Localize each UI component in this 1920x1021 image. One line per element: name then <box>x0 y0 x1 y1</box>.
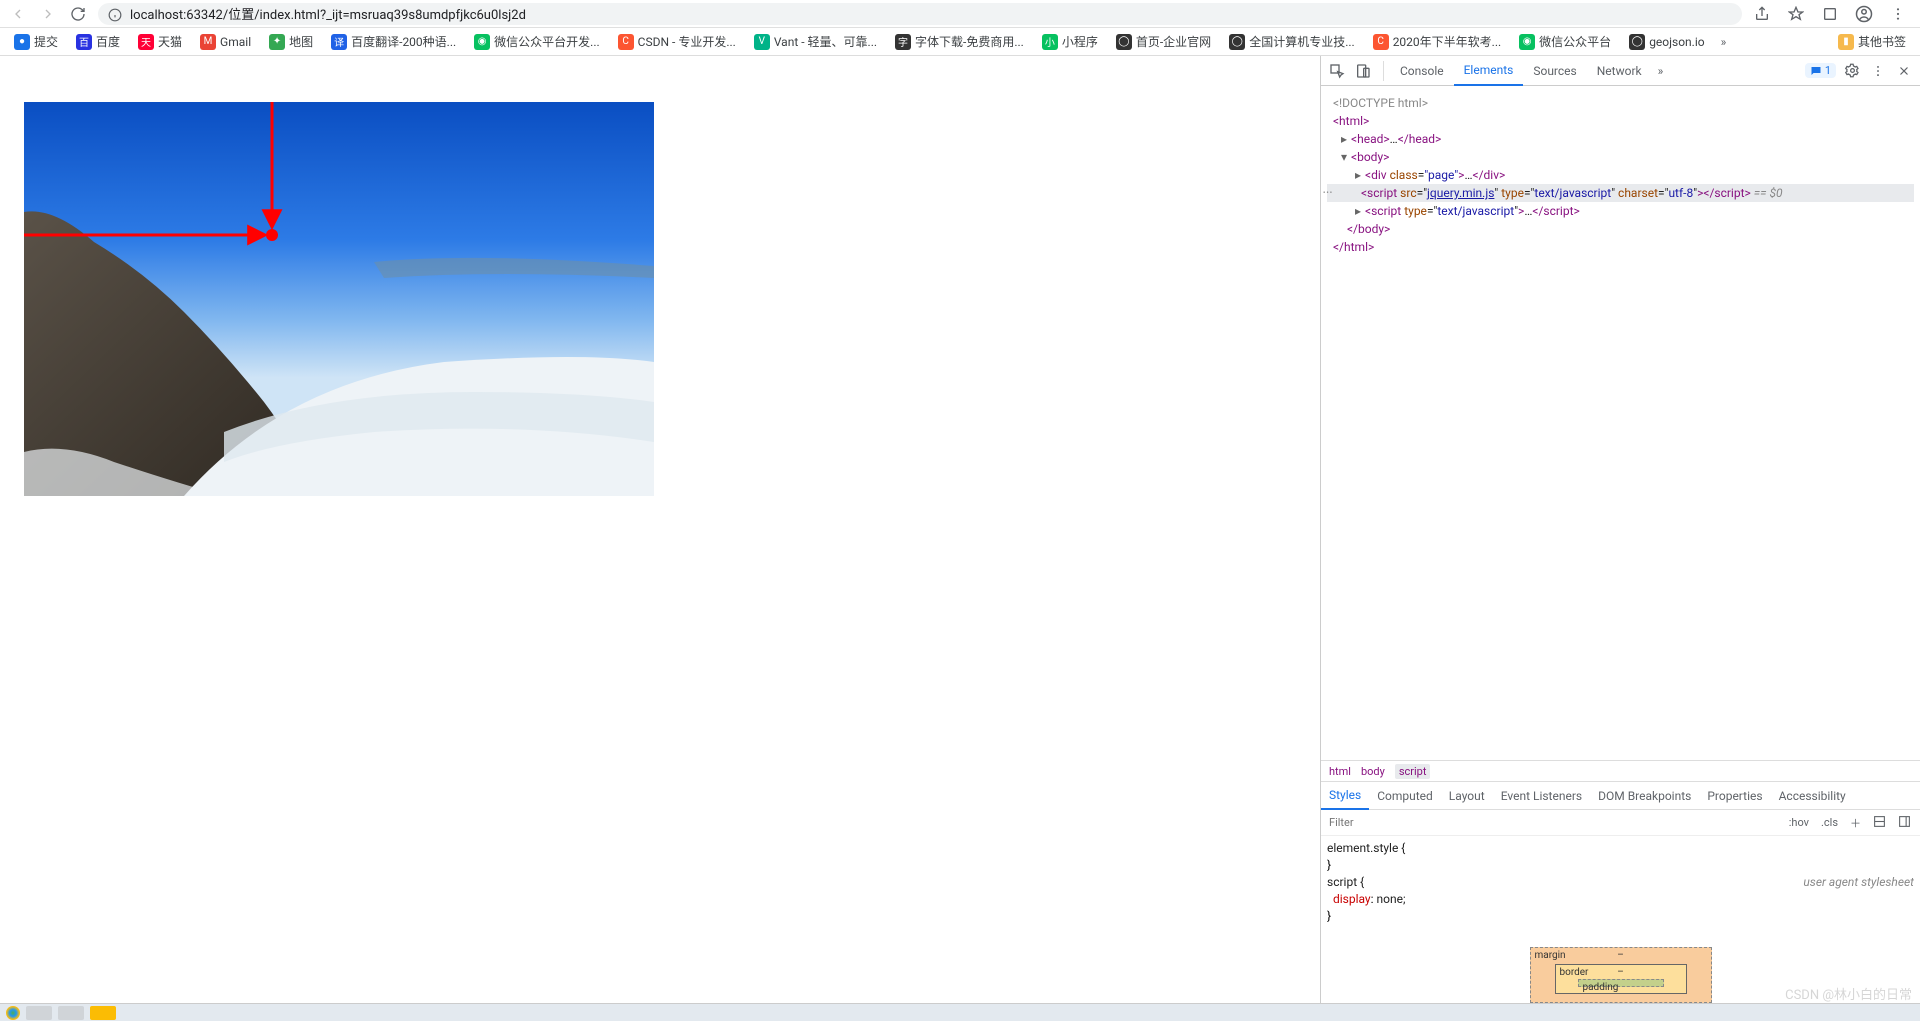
gear-icon[interactable] <box>1842 61 1862 81</box>
cls-toggle[interactable]: .cls <box>1818 815 1841 830</box>
issues-badge[interactable]: 1 <box>1805 63 1836 78</box>
device-toggle-icon[interactable] <box>1353 61 1373 81</box>
inspect-icon[interactable] <box>1327 61 1347 81</box>
forward-icon[interactable] <box>38 4 58 24</box>
bookmark-item[interactable]: ◯首页-企业官网 <box>1110 31 1217 52</box>
styles-tabbar: Styles Computed Layout Event Listeners D… <box>1321 782 1920 810</box>
dom-line[interactable]: ▸<head>…</head> <box>1327 130 1914 148</box>
dom-line[interactable]: </body> <box>1327 220 1914 238</box>
styles-rules[interactable]: element.style { } script {user agent sty… <box>1321 836 1920 929</box>
dom-line-selected[interactable]: <script src="jquery.min.js" type="text/j… <box>1327 184 1914 202</box>
dom-line[interactable]: </html> <box>1327 238 1914 256</box>
bookmark-item[interactable]: ◯geojson.io <box>1623 32 1710 52</box>
bookmark-item[interactable]: ◉微信公众平台 <box>1513 31 1617 52</box>
bookmark-item[interactable]: VVant - 轻量、可靠... <box>748 31 883 52</box>
bookmark-item[interactable]: ●提交 <box>8 31 64 52</box>
sidebar-toggle-icon[interactable] <box>1895 814 1914 832</box>
styles-filter-input[interactable] <box>1321 810 1780 835</box>
styles-tab-accessibility[interactable]: Accessibility <box>1771 782 1854 810</box>
star-icon[interactable] <box>1786 4 1806 24</box>
dom-line[interactable]: ▸<script type="text/javascript">…</scrip… <box>1327 202 1914 220</box>
taskbar-chrome-icon[interactable] <box>90 1006 116 1020</box>
dom-tree[interactable]: <!DOCTYPE html> <html> ▸<head>…</head> ▾… <box>1321 86 1920 760</box>
crumb-script[interactable]: script <box>1395 764 1431 779</box>
dom-breadcrumb: html body script <box>1321 760 1920 782</box>
bookmark-bar: ●提交 百百度 天天猫 MGmail ✦地图 译百度翻译-200种语... ◉微… <box>0 28 1920 56</box>
mountain-image <box>24 102 654 496</box>
profile-icon[interactable] <box>1854 4 1874 24</box>
dom-line[interactable]: ▾<body> <box>1327 148 1914 166</box>
styles-tab-eventlisteners[interactable]: Event Listeners <box>1493 782 1590 810</box>
taskbar <box>0 1003 1920 1021</box>
tab-network[interactable]: Network <box>1587 56 1652 86</box>
extensions-icon[interactable] <box>1820 4 1840 24</box>
tabs-overflow-icon[interactable]: » <box>1652 64 1670 78</box>
crumb-body[interactable]: body <box>1361 765 1385 778</box>
dom-line[interactable]: ▸<div class="page">…</div> <box>1327 166 1914 184</box>
crumb-html[interactable]: html <box>1329 765 1351 778</box>
bookmark-item[interactable]: ◯全国计算机专业技... <box>1223 31 1361 52</box>
dom-line[interactable]: <html> <box>1327 112 1914 130</box>
styles-tab-layout[interactable]: Layout <box>1441 782 1493 810</box>
box-padding[interactable]: padding <box>1578 979 1664 987</box>
computed-toggle-icon[interactable] <box>1870 814 1889 832</box>
tab-elements[interactable]: Elements <box>1454 56 1524 86</box>
start-icon[interactable] <box>6 1006 20 1020</box>
box-border[interactable]: border – padding <box>1555 964 1687 994</box>
bookmark-item[interactable]: 小小程序 <box>1036 31 1104 52</box>
menu-icon[interactable] <box>1888 4 1908 24</box>
page-viewport <box>0 56 1320 1003</box>
taskbar-app-icon[interactable] <box>58 1006 84 1020</box>
tab-sources[interactable]: Sources <box>1523 56 1586 86</box>
address-bar[interactable]: localhost:63342/位置/index.html?_ijt=msrua… <box>98 3 1742 25</box>
bookmark-item[interactable]: 百百度 <box>70 31 126 52</box>
devtools-tabbar: Console Elements Sources Network » 1 <box>1321 56 1920 86</box>
page-image-container <box>24 102 654 496</box>
tab-console[interactable]: Console <box>1390 56 1454 86</box>
bookmark-item[interactable]: C2020年下半年软考... <box>1367 31 1507 52</box>
share-icon[interactable] <box>1752 4 1772 24</box>
url-text: localhost:63342/位置/index.html?_ijt=msrua… <box>130 4 526 23</box>
kebab-icon[interactable] <box>1868 61 1888 81</box>
back-icon[interactable] <box>8 4 28 24</box>
site-info-icon[interactable] <box>108 7 122 21</box>
bookmark-item[interactable]: 译百度翻译-200种语... <box>325 31 462 52</box>
box-model: margin – border – padding <box>1321 929 1920 1003</box>
styles-tab-computed[interactable]: Computed <box>1369 782 1441 810</box>
styles-tab-styles[interactable]: Styles <box>1321 782 1369 810</box>
styles-tab-properties[interactable]: Properties <box>1699 782 1770 810</box>
bookmark-item[interactable]: CCSDN - 专业开发... <box>612 31 742 52</box>
new-rule-icon[interactable]: ＋ <box>1847 814 1864 832</box>
styles-tab-dombreakpoints[interactable]: DOM Breakpoints <box>1590 782 1699 810</box>
bookmark-item[interactable]: MGmail <box>194 32 257 52</box>
reload-icon[interactable] <box>68 4 88 24</box>
bookmark-item[interactable]: ✦地图 <box>263 31 319 52</box>
box-margin[interactable]: margin – border – padding <box>1530 947 1712 1003</box>
bookmark-item[interactable]: 字字体下载-免费商用... <box>889 31 1030 52</box>
close-icon[interactable] <box>1894 61 1914 81</box>
browser-toolbar: localhost:63342/位置/index.html?_ijt=msrua… <box>0 0 1920 28</box>
bookmark-item[interactable]: ◉微信公众平台开发... <box>468 31 606 52</box>
bookmark-item[interactable]: 天天猫 <box>132 31 188 52</box>
bookmark-other-folder[interactable]: ▮其他书签 <box>1832 31 1912 52</box>
dom-line[interactable]: <!DOCTYPE html> <box>1327 94 1914 112</box>
hov-toggle[interactable]: :hov <box>1786 815 1812 830</box>
taskbar-app-icon[interactable] <box>26 1006 52 1020</box>
devtools-panel: Console Elements Sources Network » 1 <!D… <box>1320 56 1920 1003</box>
main-area: Console Elements Sources Network » 1 <!D… <box>0 56 1920 1003</box>
bookmark-more-icon[interactable]: » <box>1717 35 1731 49</box>
styles-filter-row: :hov .cls ＋ <box>1321 810 1920 836</box>
